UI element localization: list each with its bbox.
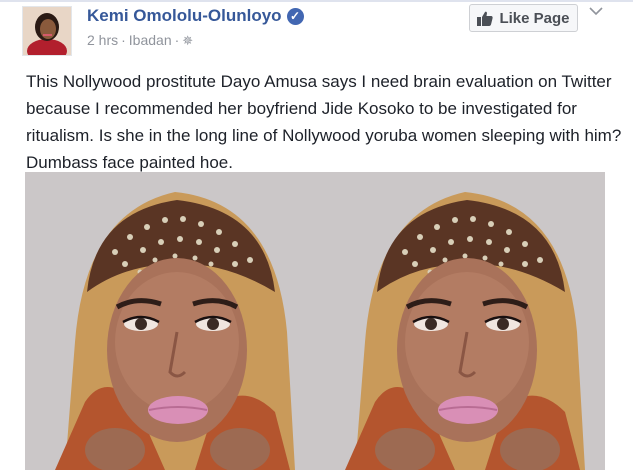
public-globe-icon[interactable]: ✵ <box>182 33 193 49</box>
thumbs-up-icon <box>477 11 494 26</box>
like-page-label: Like Page <box>499 9 570 27</box>
top-divider <box>0 0 633 2</box>
post-meta: 2 hrs · Ibadan · ✵ <box>87 32 193 49</box>
meta-separator: · <box>174 32 180 48</box>
chevron-down-icon[interactable] <box>589 6 603 16</box>
post-location[interactable]: Ibadan <box>129 32 172 48</box>
meta-separator: · <box>121 32 126 48</box>
avatar[interactable] <box>22 6 72 56</box>
author-name[interactable]: Kemi Omololu-Olunloyo <box>87 6 282 25</box>
photo-image <box>25 172 605 470</box>
post-text: This Nollywood prostitute Dayo Amusa say… <box>26 72 622 172</box>
post-photo[interactable] <box>25 172 605 470</box>
post-time[interactable]: 2 hrs <box>87 32 118 48</box>
avatar-image <box>23 7 71 55</box>
verified-badge-icon: ✓ <box>286 8 304 25</box>
like-page-button[interactable]: Like Page <box>469 4 578 32</box>
author-name-link[interactable]: Kemi Omololu-Olunloyo ✓ <box>87 6 304 26</box>
